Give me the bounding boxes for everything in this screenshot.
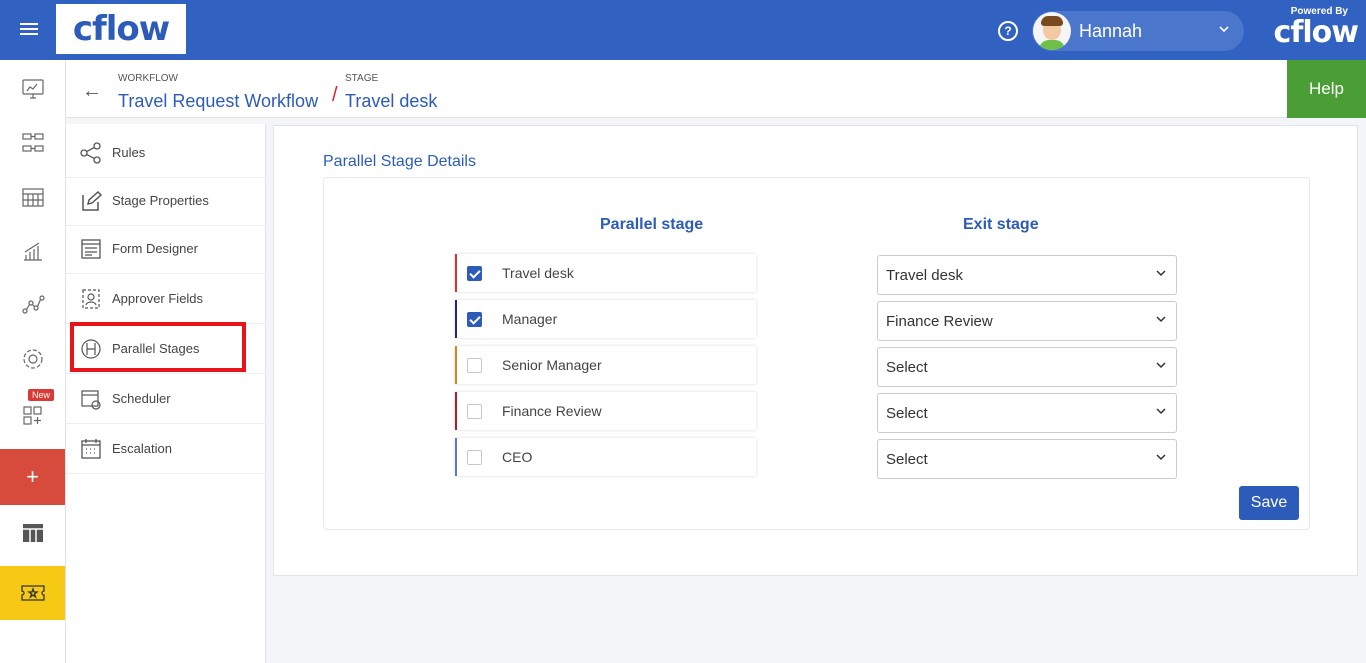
analytics-icon[interactable] <box>0 278 65 332</box>
stage-name: Travel desk <box>345 91 438 111</box>
calendar-grid-icon[interactable] <box>0 170 65 224</box>
create-button[interactable]: + <box>0 449 65 505</box>
stage-name: CEO <box>502 449 533 465</box>
nav-label: Approver Fields <box>112 291 204 306</box>
stage-name: Finance Review <box>502 403 602 419</box>
nav-item-form-designer[interactable]: Form Designer <box>66 224 266 274</box>
exit-stage-select[interactable]: Select <box>877 439 1177 479</box>
stage-settings-nav: Rules Stage Properties Form Designer App… <box>66 124 266 663</box>
avatar <box>1033 12 1071 50</box>
user-name: Hannah <box>1079 20 1143 41</box>
settings-gear-icon[interactable] <box>0 332 65 386</box>
stage-row[interactable]: Manager <box>455 300 756 338</box>
nav-label: Stage Properties <box>112 193 209 208</box>
stage-checkbox[interactable] <box>467 449 482 465</box>
stage-color-bar <box>455 438 457 476</box>
exit-stage-select[interactable]: Travel desk <box>877 255 1177 295</box>
back-arrow-icon[interactable]: ← <box>82 80 102 103</box>
nav-item-approver-fields[interactable]: Approver Fields <box>66 274 266 324</box>
logo-text: cflow <box>72 9 170 49</box>
breadcrumb-separator: / <box>332 84 338 106</box>
exit-stage-select[interactable]: Select <box>877 393 1177 433</box>
col-header-parallel: Parallel stage <box>600 216 704 233</box>
nav-item-stage-properties[interactable]: Stage Properties <box>66 176 266 226</box>
select-value: Finance Review <box>886 312 993 330</box>
nav-label: Parallel Stages <box>112 341 200 356</box>
dashboard-icon[interactable] <box>0 62 65 116</box>
share-icon <box>80 141 101 164</box>
stage-color-bar <box>455 254 457 292</box>
help-button[interactable]: Help <box>1287 60 1366 118</box>
stage-row[interactable]: Finance Review <box>455 392 756 430</box>
nav-label: Form Designer <box>112 241 198 256</box>
calendar-gear-icon <box>81 389 101 410</box>
save-button[interactable]: Save <box>1239 486 1299 520</box>
ticket-icon[interactable] <box>0 566 65 620</box>
workflow-label: WORKFLOW <box>118 73 178 84</box>
section-title: Parallel Stage Details <box>323 153 476 170</box>
chevron-down-icon <box>1219 26 1229 33</box>
nav-item-rules[interactable]: Rules <box>66 128 266 178</box>
select-value: Travel desk <box>886 266 963 284</box>
plus-icon: + <box>26 464 39 489</box>
stage-row[interactable]: CEO <box>455 438 756 476</box>
workflow-name-link[interactable]: Travel Request Workflow <box>118 91 318 112</box>
exit-stage-select[interactable]: Finance Review <box>877 301 1177 341</box>
reports-icon[interactable] <box>0 224 65 278</box>
chevron-down-icon <box>1156 362 1166 369</box>
parallel-stage-card: Parallel stage Exit stage Travel desk Tr… <box>323 177 1310 530</box>
col-header-exit: Exit stage <box>963 216 1039 233</box>
edit-icon <box>82 190 102 211</box>
chevron-down-icon <box>1156 316 1166 323</box>
breadcrumb: ← WORKFLOW Travel Request Workflow / STA… <box>66 60 1366 118</box>
stage-checkbox[interactable] <box>467 403 482 419</box>
stage-checkbox[interactable] <box>467 357 482 373</box>
nav-item-escalation[interactable]: Escalation <box>66 424 266 474</box>
stage-color-bar <box>455 392 457 430</box>
powered-by-logo: Powered By cflow <box>1258 6 1359 56</box>
user-menu[interactable]: Hannah <box>1032 11 1244 51</box>
select-value: Select <box>886 450 928 468</box>
nav-label: Rules <box>112 145 146 160</box>
help-circle-icon[interactable]: ? <box>998 21 1018 41</box>
menu-icon[interactable] <box>20 20 42 40</box>
table-icon[interactable] <box>0 505 65 561</box>
chevron-down-icon <box>1156 408 1166 415</box>
powered-by-text: cflow <box>1273 15 1359 50</box>
main-panel: Parallel Stage Details Parallel stage Ex… <box>273 125 1358 576</box>
stage-label: STAGE <box>345 73 379 84</box>
stage-color-bar <box>455 300 457 338</box>
form-icon <box>81 238 101 259</box>
stage-name: Senior Manager <box>502 357 602 373</box>
stage-checkbox[interactable] <box>467 311 482 327</box>
logo[interactable]: cflow <box>56 4 186 54</box>
calendar-icon <box>81 438 101 459</box>
top-bar: cflow ? Hannah Powered By cflow <box>0 0 1366 60</box>
select-value: Select <box>886 358 928 376</box>
nav-label: Scheduler <box>112 391 171 406</box>
stage-checkbox[interactable] <box>467 265 482 281</box>
stage-name: Manager <box>502 311 558 327</box>
exit-stage-select[interactable]: Select <box>877 347 1177 387</box>
nav-label: Escalation <box>112 441 172 456</box>
chevron-down-icon <box>1156 454 1166 461</box>
stage-row[interactable]: Travel desk <box>455 254 756 292</box>
stage-row[interactable]: Senior Manager <box>455 346 756 384</box>
workflow-icon[interactable] <box>0 116 65 170</box>
parallel-icon <box>81 338 101 359</box>
approver-icon <box>82 288 100 309</box>
select-value: Select <box>886 404 928 422</box>
new-badge: New <box>28 389 55 401</box>
stage-color-bar <box>455 346 457 384</box>
stage-name: Travel desk <box>502 265 574 281</box>
chevron-down-icon <box>1156 270 1166 277</box>
nav-item-scheduler[interactable]: Scheduler <box>66 374 266 424</box>
nav-item-parallel-stages[interactable]: Parallel Stages <box>66 324 266 374</box>
